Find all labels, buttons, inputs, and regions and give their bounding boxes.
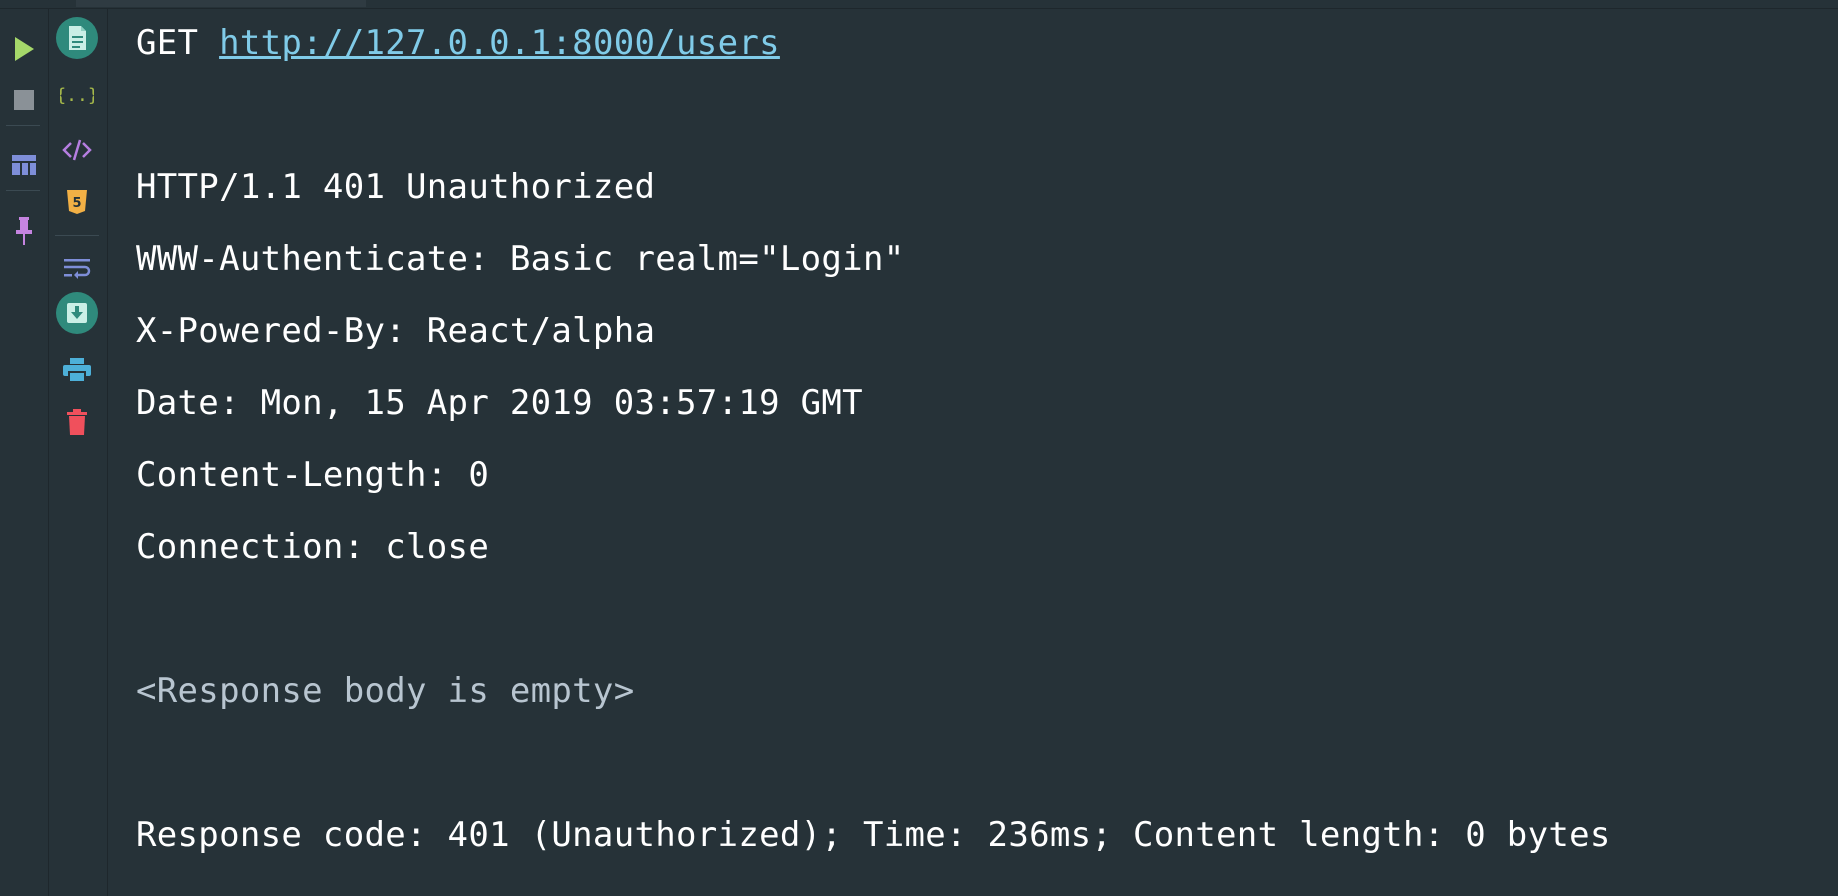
toolbar-separator	[6, 125, 40, 126]
request-line: GET http://127.0.0.1:8000/users	[136, 23, 780, 63]
header-line: Date: Mon, 15 Apr 2019 03:57:19 GMT	[136, 383, 863, 423]
delete-icon[interactable]	[55, 403, 99, 441]
html-view-icon[interactable]: 5	[55, 183, 99, 221]
xml-view-icon[interactable]	[55, 131, 99, 169]
toolbar-separator	[6, 190, 40, 191]
status-line: HTTP/1.1 401 Unauthorized	[136, 167, 656, 207]
header-line: Connection: close	[136, 527, 490, 567]
print-icon[interactable]	[55, 351, 99, 389]
request-method: GET	[136, 23, 199, 63]
header-line: Content-Length: 0	[136, 455, 490, 495]
layout-icon[interactable]	[6, 147, 42, 183]
text-view-icon[interactable]	[55, 16, 99, 60]
header-line: X-Powered-By: React/alpha	[136, 311, 656, 351]
soft-wrap-icon[interactable]	[55, 249, 99, 287]
response-output: GET http://127.0.0.1:8000/users HTTP/1.1…	[136, 0, 1838, 896]
response-toolbar: {..} 5	[49, 9, 108, 896]
svg-text:{..}: {..}	[60, 85, 94, 106]
run-toolbar	[0, 9, 49, 896]
response-summary: Response code: 401 (Unauthorized); Time:…	[136, 815, 1611, 855]
json-view-icon[interactable]: {..}	[55, 76, 99, 114]
save-response-icon[interactable]	[55, 291, 99, 335]
run-icon[interactable]	[6, 29, 42, 69]
stop-icon[interactable]	[6, 82, 42, 118]
svg-text:5: 5	[72, 196, 81, 211]
header-line: WWW-Authenticate: Basic realm="Login"	[136, 239, 905, 279]
empty-body-note: <Response body is empty>	[136, 671, 635, 711]
request-url-link[interactable]: http://127.0.0.1:8000/users	[219, 23, 780, 63]
toolbar-separator	[55, 235, 99, 236]
pin-icon[interactable]	[6, 212, 42, 250]
